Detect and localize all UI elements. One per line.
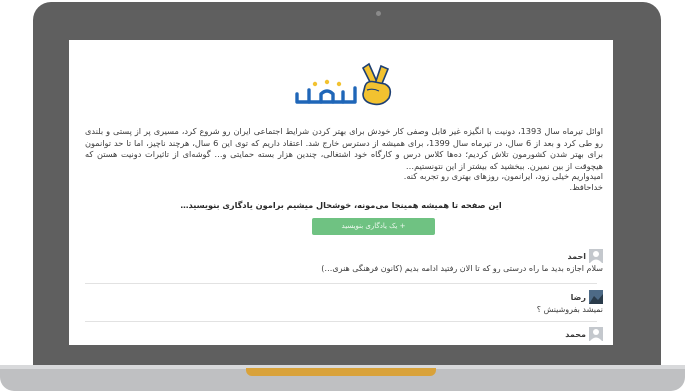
guestbook-headline: این صفحه تا همیشه همینجا می‌مونه، خوشحال… xyxy=(180,200,502,210)
comment-author: محمد xyxy=(565,329,586,339)
victory-hand-icon xyxy=(361,62,392,106)
farewell-text: امیدواریم خیلی زود، ایرانمون، روزهای بهت… xyxy=(85,171,603,193)
camera-dot xyxy=(376,11,381,16)
divider xyxy=(85,283,597,284)
comment-item: محمد xyxy=(85,327,603,341)
divider xyxy=(85,321,597,322)
write-memory-button[interactable]: + یک یادگاری بنویسید xyxy=(312,218,435,235)
trackpad-notch xyxy=(246,368,436,376)
avatar xyxy=(589,327,603,341)
comment-text: نمیشد بفروشینش ؟ xyxy=(536,305,603,314)
intro-paragraph: اوائل تیرماه سال 1393، دونیت با انگیزه غ… xyxy=(85,126,604,171)
comment-text: سلام اجازه بدید ما راه درستی رو که تا ال… xyxy=(321,264,603,273)
comment-author: رضا xyxy=(570,292,586,302)
comment-item: رضا نمیشد بفروشینش ؟ xyxy=(85,290,603,314)
comment-author: احمد xyxy=(567,251,587,261)
avatar xyxy=(589,249,603,263)
laptop-screen: اوائل تیرماه سال 1393، دونیت با انگیزه غ… xyxy=(69,40,613,345)
avatar xyxy=(589,290,603,304)
comment-item: احمد سلام اجازه بدید ما راه درستی رو که … xyxy=(85,249,603,273)
goodbye-line: خداحافظ. xyxy=(569,182,603,192)
wish-line: امیدواریم خیلی زود، ایرانمون، روزهای بهت… xyxy=(403,171,603,181)
donit-logo xyxy=(293,60,397,108)
